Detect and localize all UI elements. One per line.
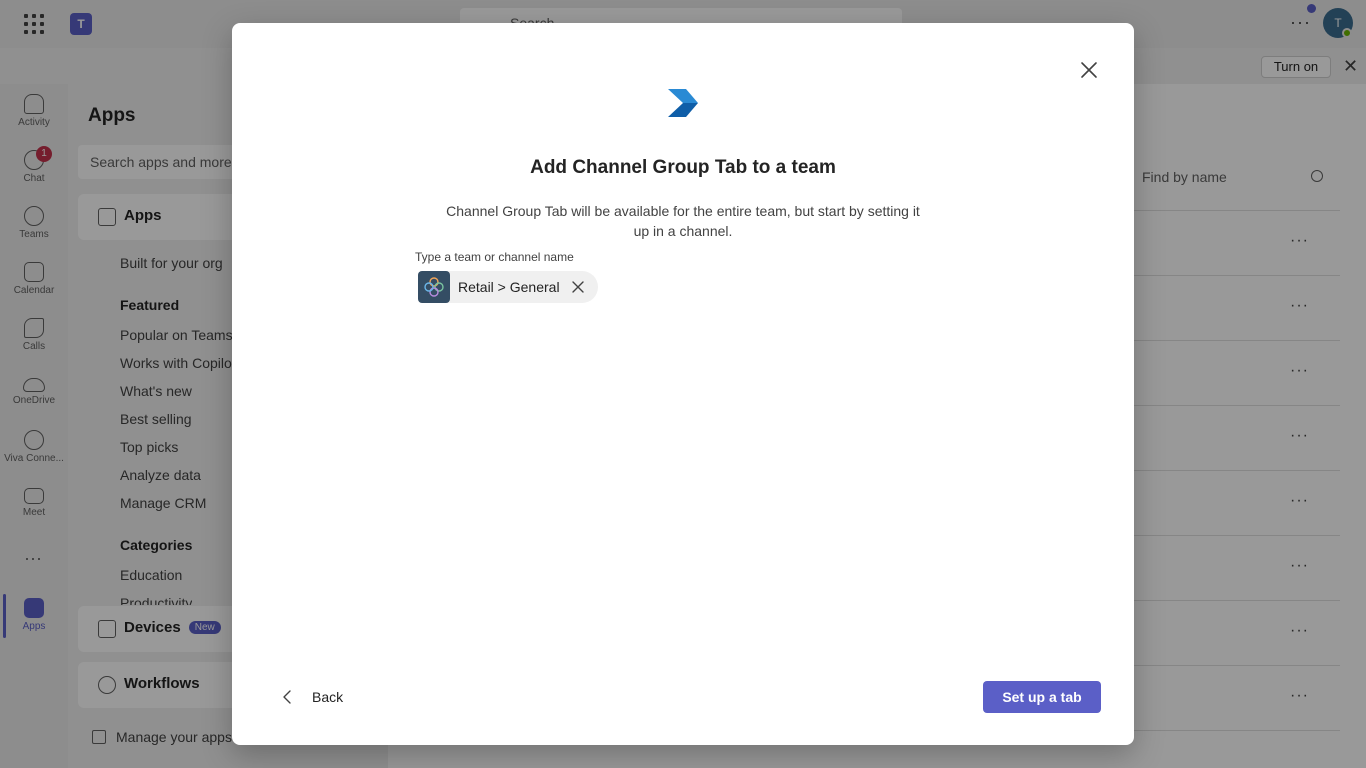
back-label: Back (312, 689, 344, 705)
selected-channel-chip[interactable]: Retail > General (418, 271, 598, 303)
team-avatar-icon (418, 271, 450, 303)
selected-channel-label: Retail > General (458, 279, 560, 295)
add-tab-dialog: Add Channel Group Tab to a team Channel … (232, 23, 1134, 745)
chevron-left-icon (283, 690, 291, 704)
dialog-description: Channel Group Tab will be available for … (446, 203, 920, 239)
dialog-title: Add Channel Group Tab to a team (530, 157, 836, 178)
close-icon (1081, 62, 1097, 78)
remove-chip-icon[interactable] (570, 279, 586, 295)
app-logo-icon (668, 89, 698, 117)
set-up-tab-button[interactable]: Set up a tab (983, 681, 1101, 713)
team-channel-field-label: Type a team or channel name (415, 250, 574, 264)
dialog-close-button[interactable] (1077, 58, 1101, 82)
flower-icon (424, 277, 444, 297)
back-button[interactable]: Back (282, 683, 343, 711)
